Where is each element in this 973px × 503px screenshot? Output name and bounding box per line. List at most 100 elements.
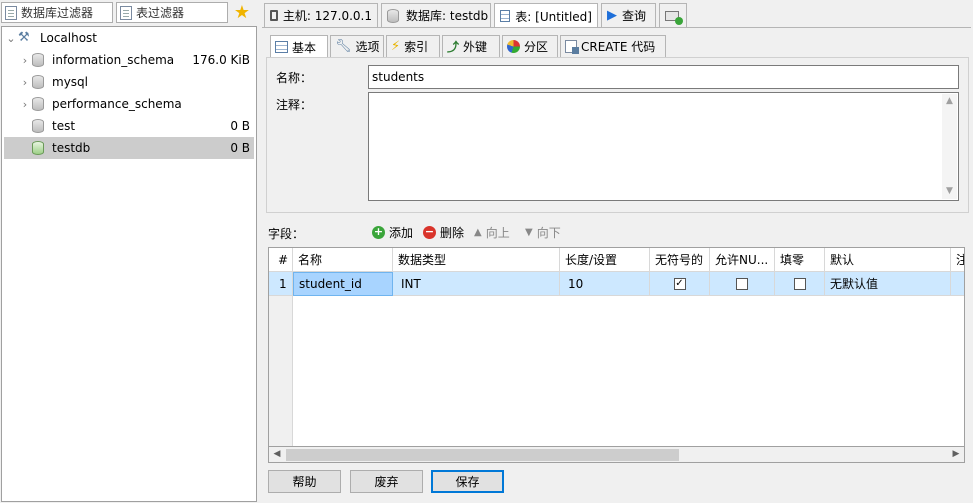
column-header-number[interactable]: # <box>269 248 293 272</box>
tree-item-label: test <box>52 119 76 133</box>
move-up-button[interactable]: ▲ 向上 <box>474 224 510 241</box>
tab-database[interactable]: 数据库: testdb <box>381 3 491 27</box>
expand-arrow-icon[interactable]: › <box>18 76 32 89</box>
column-header-allow-null[interactable]: 允许NU... <box>710 248 775 272</box>
basic-panel: 名称： students 注释： ▲ ▼ <box>266 57 969 213</box>
expand-arrow-icon[interactable]: › <box>18 54 32 67</box>
tab-strip-line <box>262 27 971 28</box>
tab-query[interactable]: ▶ 查询 <box>601 3 656 27</box>
tab-foreign-keys[interactable]: ⤴︎ 外键 <box>442 35 500 57</box>
tab-basic[interactable]: 基本 <box>270 35 328 58</box>
tree-item-label: testdb <box>52 141 91 155</box>
tab-host[interactable]: 主机: 127.0.0.1 <box>264 3 378 27</box>
tree-item-mysql[interactable]: › mysql <box>4 71 254 93</box>
play-icon: ▶ <box>607 8 617 23</box>
column-header-length[interactable]: 长度/设置 <box>560 248 650 272</box>
tab-label: 索引 <box>404 40 429 54</box>
tree-item-label: mysql <box>52 75 88 89</box>
cell-length[interactable]: 10 <box>560 272 650 296</box>
fields-label: 字段： <box>268 227 305 241</box>
help-label: 帮助 <box>292 475 317 489</box>
table-icon <box>275 41 288 53</box>
fields-grid[interactable]: # 名称 数据类型 长度/设置 无符号的 允许NU... 填零 默认 注 1 s… <box>268 247 965 463</box>
tab-indexes[interactable]: ⚡︎ 索引 <box>386 35 440 57</box>
tab-label: CREATE 代码 <box>581 40 656 54</box>
database-filter-placeholder: 数据库过滤器 <box>21 6 94 20</box>
tab-label: 基本 <box>292 40 317 55</box>
add-field-button[interactable]: + 添加 <box>372 224 413 241</box>
cell-number[interactable]: 1 <box>269 272 293 296</box>
cell-unsigned[interactable]: ✓ <box>650 272 710 296</box>
tree-item-testdb[interactable]: testdb 0 B <box>4 137 254 159</box>
save-button[interactable]: 保存 <box>431 470 504 493</box>
code-icon <box>565 40 579 54</box>
expand-arrow-icon[interactable]: › <box>18 98 32 111</box>
table-filter-input[interactable]: 表过滤器 <box>116 2 228 23</box>
help-button[interactable]: 帮助 <box>268 470 341 493</box>
scroll-up-icon[interactable]: ▲ <box>942 94 957 109</box>
tab-options[interactable]: 🔧︎ 选项 <box>330 35 384 57</box>
add-label: 添加 <box>389 226 414 240</box>
tab-create-code[interactable]: CREATE 代码 <box>560 35 666 57</box>
unsigned-checkbox[interactable]: ✓ <box>673 277 686 290</box>
zerofill-checkbox[interactable] <box>793 277 806 290</box>
tab-new-query[interactable] <box>659 3 687 27</box>
pie-icon <box>507 40 520 53</box>
scroll-left-icon[interactable]: ◀ <box>269 447 285 462</box>
tab-table[interactable]: 表: [Untitled] <box>494 3 598 28</box>
move-down-label: 向下 <box>536 226 561 240</box>
column-header-default[interactable]: 默认 <box>825 248 951 272</box>
save-label: 保存 <box>455 475 480 489</box>
cell-name[interactable]: student_id <box>293 272 393 296</box>
scroll-thumb[interactable] <box>286 449 679 461</box>
column-header-name[interactable]: 名称 <box>293 248 393 272</box>
table-name-input[interactable]: students <box>368 65 959 89</box>
server-icon: ⚒ <box>18 30 30 45</box>
comment-scrollbar[interactable]: ▲ ▼ <box>942 94 957 199</box>
filter-icon <box>120 5 132 20</box>
delete-field-button[interactable]: − 删除 <box>423 224 464 241</box>
cell-allow-null[interactable] <box>710 272 775 296</box>
discard-button[interactable]: 废弃 <box>350 470 423 493</box>
tree-root-localhost[interactable]: ⌄ ⚒ Localhost <box>4 27 254 49</box>
column-header-datatype[interactable]: 数据类型 <box>393 248 560 272</box>
column-header-comment[interactable]: 注 <box>951 248 964 272</box>
tree-item-label: information_schema <box>52 53 175 67</box>
row-number-gutter <box>269 296 293 462</box>
database-icon <box>387 8 399 23</box>
tab-partitions[interactable]: 分区 <box>502 35 558 57</box>
database-icon <box>32 97 44 111</box>
cell-comment[interactable] <box>951 272 964 296</box>
table-icon <box>500 10 511 22</box>
tree-root-label: Localhost <box>40 31 98 45</box>
database-filter-input[interactable]: 数据库过滤器 <box>1 2 113 23</box>
tab-label: 外键 <box>463 40 488 54</box>
filter-icon <box>5 5 17 20</box>
grid-horizontal-scrollbar[interactable]: ◀ ▶ <box>268 446 965 463</box>
tree-item-information-schema[interactable]: › information_schema 176.0 KiB <box>4 49 254 71</box>
discard-label: 废弃 <box>374 475 399 489</box>
cell-default[interactable]: 无默认值 <box>825 272 951 296</box>
tree-item-size: 0 B <box>230 119 250 133</box>
scroll-down-icon[interactable]: ▼ <box>942 184 957 199</box>
arrow-up-icon: ▲ <box>474 227 482 238</box>
allow-null-checkbox[interactable] <box>736 277 748 290</box>
cell-zerofill[interactable] <box>775 272 825 296</box>
column-header-zerofill[interactable]: 填零 <box>775 248 825 272</box>
collapse-arrow-icon[interactable]: ⌄ <box>4 32 18 45</box>
database-icon <box>32 75 44 89</box>
add-icon: + <box>372 225 385 239</box>
tree-item-label: performance_schema <box>52 97 182 111</box>
tab-label: 表: [Untitled] <box>515 9 592 24</box>
table-comment-textarea[interactable]: ▲ ▼ <box>368 92 959 201</box>
tree-item-size: 0 B <box>230 141 250 155</box>
tree-item-test[interactable]: test 0 B <box>4 115 254 137</box>
cell-datatype[interactable]: INT <box>393 272 560 296</box>
name-label: 名称： <box>276 71 313 85</box>
favorite-star-icon[interactable]: ★ <box>232 3 252 23</box>
tree-item-performance-schema[interactable]: › performance_schema <box>4 93 254 115</box>
database-tree[interactable]: ⌄ ⚒ Localhost › information_schema 176.0… <box>1 26 257 502</box>
scroll-right-icon[interactable]: ▶ <box>948 447 964 462</box>
move-down-button[interactable]: ▼ 向下 <box>525 224 561 241</box>
column-header-unsigned[interactable]: 无符号的 <box>650 248 710 272</box>
